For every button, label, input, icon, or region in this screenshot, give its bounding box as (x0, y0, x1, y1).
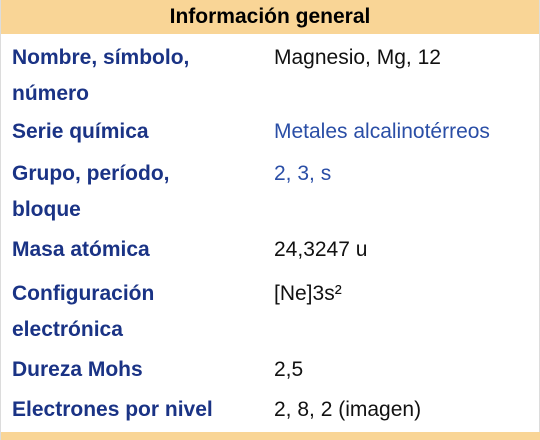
element-infobox: Información general Nombre, símbolo, núm… (0, 0, 540, 440)
row-label: Masa atómica (12, 232, 262, 268)
row-label-line: Masa atómica (12, 238, 150, 261)
infobox-row-electrons-per-shell: Electrones por nivel 2, 8, 2 (imagen) (1, 392, 540, 428)
infobox-row-atomic-mass: Masa atómica 24,3247 u (1, 232, 540, 268)
row-label-line: Configuración (12, 282, 155, 305)
row-label: Electrones por nivel (12, 392, 262, 428)
group-period-block-link[interactable]: 2, 3, s (274, 156, 331, 192)
row-label-line: Grupo, período, (12, 162, 170, 185)
infobox-row-name-symbol-number: Nombre, símbolo, número Magnesio, Mg, 12 (1, 40, 540, 112)
infobox-row-mohs-hardness: Dureza Mohs 2,5 (1, 352, 540, 388)
row-label-line: número (12, 82, 90, 105)
infobox-footer-bar (1, 432, 540, 440)
row-label-line: Dureza Mohs (12, 358, 143, 381)
infobox-row-electron-configuration: Configuración electrónica [Ne]3s² (1, 276, 540, 348)
row-label: Nombre, símbolo, número (12, 40, 262, 112)
infobox-row-chemical-series: Serie química Metales alcalinotérreos (1, 114, 540, 150)
row-label-line: electrónica (12, 318, 123, 341)
row-label-line: bloque (12, 198, 81, 221)
row-value: 2, 8, 2 (imagen) (274, 398, 422, 421)
row-label-line: Nombre, símbolo, (12, 46, 190, 69)
row-label: Configuración electrónica (12, 276, 262, 348)
row-value: [Ne]3s² (274, 282, 342, 305)
row-label-line: Serie química (12, 120, 149, 143)
row-label: Grupo, período, bloque (12, 156, 262, 228)
chemical-series-link[interactable]: Metales alcalinotérreos (274, 114, 490, 150)
row-value: 24,3247 u (274, 238, 368, 261)
row-label-line: Electrones por nivel (12, 398, 213, 421)
infobox-row-group-period-block: Grupo, período, bloque 2, 3, s (1, 156, 540, 228)
row-label: Serie química (12, 114, 262, 150)
infobox-header: Información general (1, 0, 539, 34)
row-value: Magnesio, Mg, 12 (274, 46, 441, 69)
row-label: Dureza Mohs (12, 352, 262, 388)
row-value: 2,5 (274, 358, 304, 381)
